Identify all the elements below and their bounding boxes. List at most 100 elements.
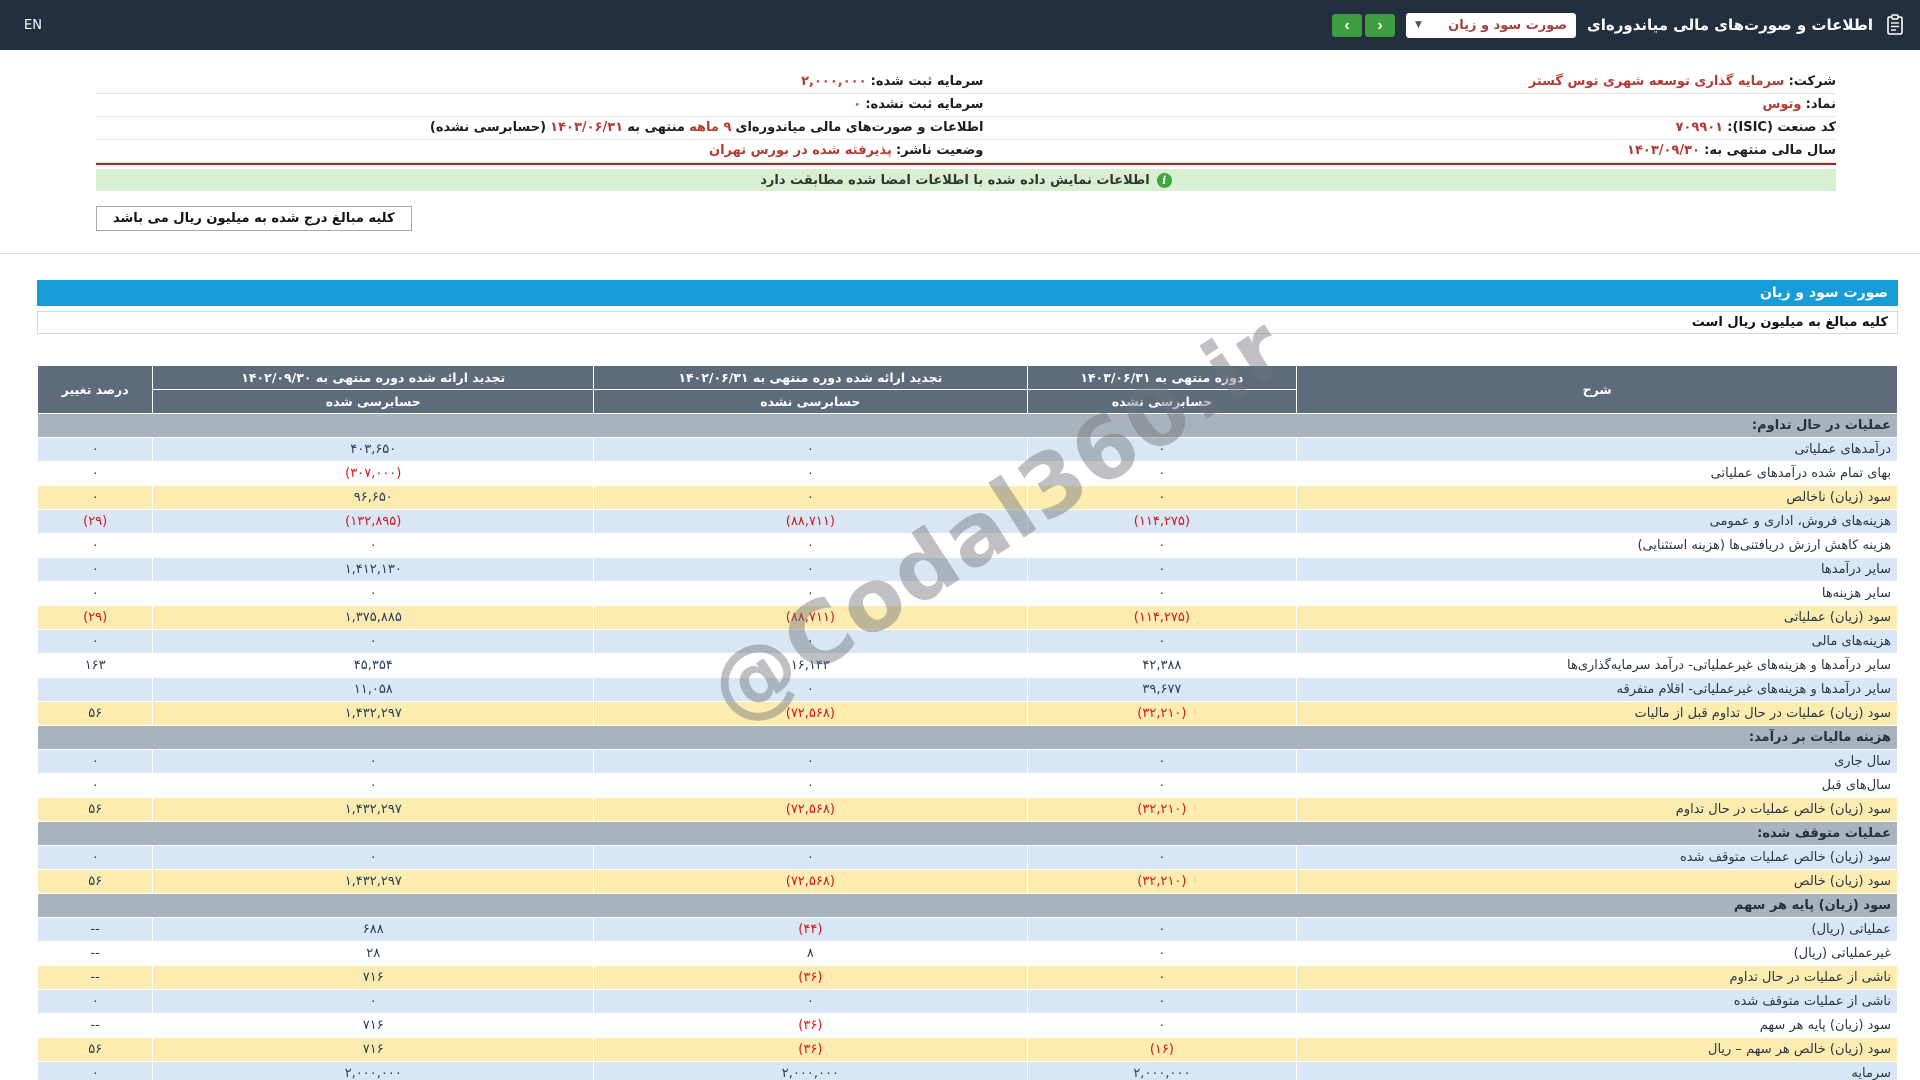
value-cell: ۷۱۶ (152, 1037, 595, 1062)
value-cell: (۳۲,۲۱۰) (1026, 797, 1298, 822)
registered-capital-row: سرمایه ثبت شده: ۲,۰۰۰,۰۰۰ (96, 71, 984, 94)
table-row: غیرعملیاتی (ریال) ۰ ۸ ۲۸ -- (36, 941, 1898, 966)
row-label: سود (زیان) خالص عملیات متوقف شده (1296, 845, 1898, 870)
value-cell: ۵۶ (36, 1037, 154, 1062)
value-cell: ۲,۰۰۰,۰۰۰ (152, 1061, 595, 1080)
value-cell: (۸۸,۷۱۱) (593, 509, 1028, 534)
value-cell: ۰ (152, 581, 595, 606)
value-cell: ۰ (36, 485, 154, 510)
value-cell: ۰ (1026, 557, 1298, 582)
value-cell: ۰ (152, 533, 595, 558)
section-label: عملیات در حال تداوم: (37, 413, 1898, 438)
value-cell: ۰ (36, 989, 154, 1014)
col-header-description: شرح (1296, 365, 1898, 414)
report-type-select[interactable]: صورت سود و زیان ▼ (1406, 12, 1577, 38)
value-cell: -- (36, 941, 154, 966)
value-cell: ۰ (36, 749, 154, 774)
value-cell: (۱۶) (1026, 1037, 1298, 1062)
value-cell: ۰ (1026, 917, 1298, 942)
value-cell: ۰ (1026, 773, 1298, 798)
value-cell: ۰ (152, 989, 595, 1014)
value-cell: ۱,۴۳۲,۲۹۷ (152, 797, 595, 822)
value-cell: ۰ (593, 749, 1028, 774)
value-cell: (۲۹) (36, 605, 154, 630)
unit-note-row: کلیه مبالغ به میلیون ریال است (37, 311, 1898, 334)
company-info-block: شرکت: سرمایه گذاری توسعه شهری توس گستر ن… (96, 71, 1836, 165)
unit-note-box: کلیه مبالغ درج شده به میلیون ریال می باش… (96, 206, 412, 231)
value-cell: ۰ (593, 533, 1028, 558)
value-cell: ۳۹,۶۷۷ (1026, 677, 1298, 702)
col-header-percent-change: درصد تغییر (36, 365, 154, 414)
table-row: سود (زیان) خالص عملیات در حال تداوم (۳۲,۲… (36, 797, 1898, 822)
value-cell: ۰ (1026, 845, 1298, 870)
value-cell: ۱,۴۳۲,۲۹۷ (152, 869, 595, 894)
statement-area: صورت سود و زیان کلیه مبالغ به میلیون ریا… (36, 280, 1898, 1080)
value-cell: ۵۶ (36, 701, 154, 726)
value-cell: ۰ (593, 557, 1028, 582)
row-label: سایر درآمدها و هزینه‌های غیرعملیاتی- درآ… (1296, 653, 1898, 678)
company-row: شرکت: سرمایه گذاری توسعه شهری توس گستر (983, 71, 1836, 94)
table-row: سرمایه ۲,۰۰۰,۰۰۰ ۲,۰۰۰,۰۰۰ ۲,۰۰۰,۰۰۰ ۰ (36, 1061, 1898, 1080)
navbar-right-group: اطلاعات و صورت‌های مالی میاندوره‌ای صورت… (1332, 12, 1906, 38)
nav-arrow-left-button[interactable]: ‹ (1332, 13, 1363, 37)
row-label: سود (زیان) خالص (1296, 869, 1898, 894)
value-cell: ۱۶,۱۴۳ (593, 653, 1028, 678)
section-row: عملیات متوقف شده: (37, 821, 1898, 846)
income-table-body: عملیات در حال تداوم: درآمدهای عملیاتی ۰ ۰ ۴۰… (36, 413, 1898, 1080)
value-cell: (۱۱۴,۲۷۵) (1026, 509, 1298, 534)
table-row: سود (زیان) پایه هر سهم ۰ (۳۶) ۷۱۶ -- (36, 1013, 1898, 1038)
table-row: ناشی از عملیات در حال تداوم ۰ (۳۶) ۷۱۶ -- (36, 965, 1898, 990)
value-cell: (۳۰۷,۰۰۰) (152, 461, 595, 486)
value-cell: ۰ (1026, 629, 1298, 654)
value-cell: (۷۲,۵۶۸) (593, 701, 1028, 726)
language-toggle[interactable]: EN (24, 18, 42, 33)
value-cell: ۱,۴۱۲,۱۳۰ (152, 557, 595, 582)
value-cell: ۰ (152, 749, 595, 774)
symbol-label: نماد: (1805, 97, 1836, 112)
table-row: هزینه‌های مالی ۰ ۰ ۰ ۰ (36, 629, 1898, 654)
value-cell: (۷۲,۵۶۸) (593, 869, 1028, 894)
value-cell: (۱۳۲,۸۹۵) (152, 509, 595, 534)
value-cell: ۰ (36, 1061, 154, 1080)
row-label: سود (زیان) ناخالص (1296, 485, 1898, 510)
row-label: بهای تمام شده درآمدهای عملیاتی (1296, 461, 1898, 486)
table-row: سود (زیان) خالص عملیات متوقف شده ۰ ۰ ۰ ۰ (36, 845, 1898, 870)
nav-arrow-right-button[interactable]: › (1365, 13, 1396, 37)
value-cell: -- (36, 917, 154, 942)
value-cell: ۰ (36, 533, 154, 558)
col-header-period-current: دوره منتهی به ۱۴۰۳/۰۶/۳۱ (1026, 365, 1298, 390)
table-row: سود (زیان) ناخالص ۰ ۰ ۹۶,۶۵۰ ۰ (36, 485, 1898, 510)
fiscal-year-label: سال مالی منتهی به: (1704, 143, 1836, 158)
symbol-row: نماد: وتوس (983, 94, 1836, 117)
value-cell: ۶۸۸ (152, 917, 595, 942)
table-row: سایر درآمدها و هزینه‌های غیرعملیاتی- اقل… (36, 677, 1898, 702)
value-cell: ۰ (1026, 1013, 1298, 1038)
value-cell: (۲۹) (36, 509, 154, 534)
chevron-down-icon: ▼ (1415, 20, 1422, 30)
value-cell: ۰ (36, 581, 154, 606)
value-cell: (۳۶) (593, 1013, 1028, 1038)
table-row: سایر درآمدها و هزینه‌های غیرعملیاتی- درآ… (36, 653, 1898, 678)
value-cell: ۰ (36, 773, 154, 798)
company-info-left-column: سرمایه ثبت شده: ۲,۰۰۰,۰۰۰ سرمایه ثبت نشد… (96, 71, 984, 163)
signed-data-banner: i اطلاعات نمایش داده شده با اطلاعات امضا… (96, 169, 1836, 191)
col-header-period-restated-prior: تجدید ارائه شده دوره منتهی به ۱۴۰۲/۰۶/۳۱ (593, 365, 1028, 390)
value-cell: ۰ (1026, 533, 1298, 558)
table-row: هزینه‌های فروش، اداری و عمومی (۱۱۴,۲۷۵) (۸… (36, 509, 1898, 534)
value-cell: ۱۶۳ (36, 653, 154, 678)
issuer-status-row: وضعیت ناشر: پذیرفته شده در بورس تهران (96, 140, 984, 163)
report-nav-buttons: ‹ › (1332, 13, 1396, 37)
isic-value: ۷۰۹۹۰۱ (1675, 120, 1724, 135)
col-subheader-audited-c: حسابرسی شده (152, 389, 595, 414)
row-label: سود (زیان) خالص هر سهم – ریال (1296, 1037, 1898, 1062)
company-info-right-column: شرکت: سرمایه گذاری توسعه شهری توس گستر ن… (983, 71, 1836, 163)
value-cell: ۱۱,۰۵۸ (152, 677, 595, 702)
income-statement-table: شرح دوره منتهی به ۱۴۰۳/۰۶/۳۱ تجدید ارائه… (36, 365, 1898, 1080)
table-row: سایر درآمدها ۰ ۰ ۱,۴۱۲,۱۳۰ ۰ (36, 557, 1898, 582)
value-cell: ۰ (593, 485, 1028, 510)
col-subheader-unaudited-a: حسابرسی نشده (1026, 389, 1298, 414)
value-cell: ۴۵,۳۵۴ (152, 653, 595, 678)
row-label: سایر هزینه‌ها (1296, 581, 1898, 606)
isic-label: کد صنعت (ISIC): (1727, 120, 1836, 135)
registered-capital-value: ۲,۰۰۰,۰۰۰ (801, 74, 867, 89)
